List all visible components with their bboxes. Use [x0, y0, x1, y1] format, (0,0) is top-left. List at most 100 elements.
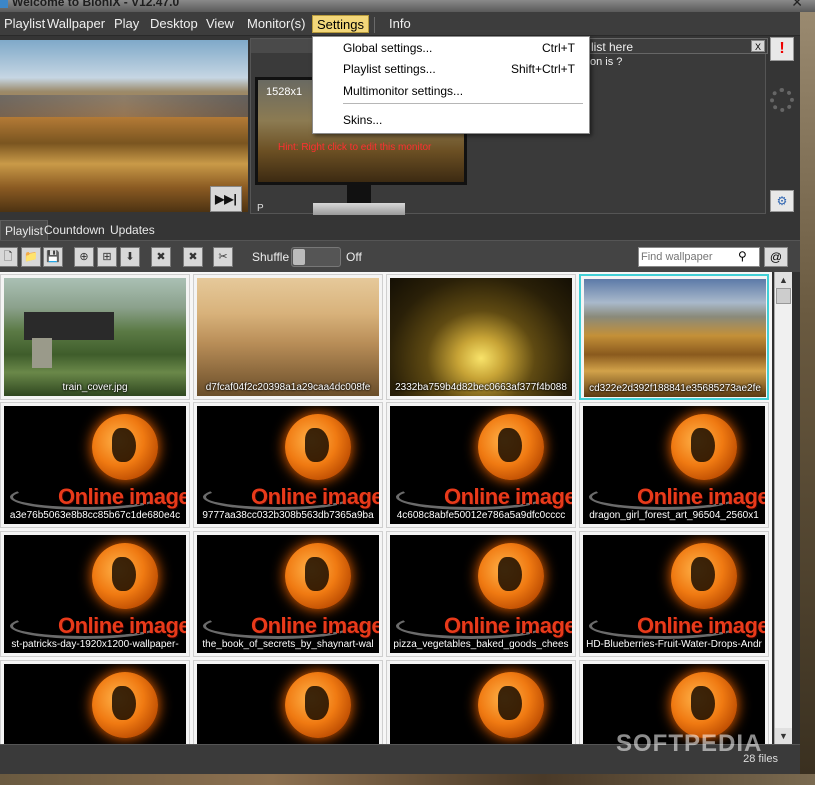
global-settings-shortcut: Ctrl+T — [542, 41, 575, 55]
monitor-resolution: 1528x1 — [266, 86, 303, 98]
thumbnail-image: 2332ba759b4d82bec0663af377f4b088 — [390, 278, 572, 396]
tools-icon[interactable]: ✂ — [213, 247, 233, 267]
next-wallpaper-button[interactable]: ▶▶| — [210, 186, 242, 212]
alert-icon[interactable]: ! — [770, 37, 794, 61]
globe-icon — [285, 672, 351, 738]
multimonitor-settings-label: Multimonitor settings... — [343, 84, 464, 98]
wallpaper-thumbnail[interactable]: Online image — [0, 660, 190, 744]
save-icon[interactable]: 💾 — [43, 247, 63, 267]
menu-info[interactable]: Info — [385, 15, 415, 33]
thumbnail-image: Online image HD-Blueberries-Fruit-Water-D… — [583, 535, 765, 653]
thumbnail-image: Online image — [4, 664, 186, 744]
thumbnail-image: Online image 9777aa38cc032b308b563db7365a… — [197, 406, 379, 524]
wallpaper-thumbnail[interactable]: Online image — [386, 660, 576, 744]
wallpaper-thumbnail[interactable]: Online image — [193, 660, 383, 744]
window-title: Welcome to BioniX - V12.47.0 — [12, 0, 180, 9]
thumbnail-image: train_cover.jpg — [4, 278, 186, 396]
wallpaper-thumbnail[interactable]: Online image st-patricks-day-1920x1200-wa… — [0, 531, 190, 657]
notice-subtext: on is ? — [590, 56, 623, 68]
menu-monitors[interactable]: Monitor(s) — [243, 15, 310, 33]
wallpaper-thumbnail[interactable]: cd322e2d392f188841e35685273ae2fe — [579, 274, 769, 400]
menu-bar: Playlist Wallpaper Play Desktop View Mon… — [0, 12, 800, 36]
wallpaper-thumbnail[interactable]: Online image 4c608c8abfe50012e786a5a9dfc0… — [386, 402, 576, 528]
remove-selected-icon[interactable]: ✖ — [151, 247, 171, 267]
menu-settings[interactable]: Settings — [312, 15, 369, 33]
global-settings-label: Global settings... — [343, 41, 433, 55]
tab-bar: Playlist Countdown Updates — [0, 216, 800, 240]
wallpaper-thumbnail[interactable]: Online image dragon_girl_forest_art_96504… — [579, 402, 769, 528]
grid-scrollbar[interactable]: ▲ ▼ — [774, 272, 792, 744]
thumbnail-filename: cd322e2d392f188841e35685273ae2fe — [589, 383, 761, 394]
playlist-toolbar: 🗋 📁 💾 ⊕ ⊞ ⬇ ✖ ✖ ✂ Shuffle Off ⚲ @ — [0, 240, 800, 272]
online-image-text: Online image — [58, 484, 186, 509]
globe-icon — [92, 543, 158, 609]
scroll-thumb[interactable] — [776, 288, 791, 304]
wallpaper-thumbnail[interactable]: 2332ba759b4d82bec0663af377f4b088 — [386, 274, 576, 400]
wallpaper-thumbnail[interactable]: Online image the_book_of_secrets_by_shayn… — [193, 531, 383, 657]
remove-all-icon[interactable]: ✖ — [183, 247, 203, 267]
thumbnail-filename: pizza_vegetables_baked_goods_chees — [393, 639, 569, 650]
playlist-settings-label: Playlist settings... — [343, 62, 436, 76]
menu-playlist[interactable]: Playlist — [0, 15, 49, 33]
close-window-button[interactable]: ✕ — [791, 0, 803, 11]
wallpaper-thumbnail[interactable]: train_cover.jpg — [0, 274, 190, 400]
menu-item-multimonitor-settings[interactable]: Multimonitor settings... — [313, 82, 589, 100]
notice-box: list here X — [586, 38, 768, 54]
shuffle-label: Shuffle — [252, 250, 290, 264]
thumbnail-filename: d7fcaf04f2c20398a1a29caa4dc008fe — [205, 382, 371, 393]
playlist-settings-shortcut: Shift+Ctrl+T — [510, 62, 575, 76]
config-icon[interactable]: ⚙ — [770, 190, 794, 212]
online-image-text: Online image — [444, 613, 572, 638]
scroll-down-icon[interactable]: ▼ — [775, 728, 792, 744]
thumbnail-image: Online image — [390, 664, 572, 744]
wallpaper-thumbnail[interactable]: Online image HD-Blueberries-Fruit-Water-D… — [579, 531, 769, 657]
open-folder-icon[interactable]: 📁 — [21, 247, 41, 267]
add-folder-icon[interactable]: ⊞ — [97, 247, 117, 267]
monitor-base — [313, 203, 405, 215]
menu-item-skins[interactable]: Skins... — [313, 111, 589, 129]
thumbnail-image: Online image a3e76b5063e8b8cc85b67c1de680… — [4, 406, 186, 524]
shuffle-toggle[interactable] — [291, 247, 341, 267]
menu-separator — [374, 17, 375, 33]
thumbnail-image: Online image dragon_girl_forest_art_96504… — [583, 406, 765, 524]
online-image-text: Online image — [444, 484, 572, 509]
thumbnail-filename: 9777aa38cc032b308b563db7365a9ba — [202, 510, 374, 521]
globe-icon — [478, 414, 544, 480]
notice-close-button[interactable]: X — [751, 40, 765, 52]
add-files-icon[interactable]: ⊕ — [74, 247, 94, 267]
scroll-up-icon[interactable]: ▲ — [775, 272, 792, 288]
thumbnail-image: Online image st-patricks-day-1920x1200-wa… — [4, 535, 186, 653]
at-button[interactable]: @ — [764, 247, 788, 267]
globe-icon — [671, 414, 737, 480]
tab-updates[interactable]: Updates — [106, 220, 159, 240]
online-image-text: Online image — [251, 484, 379, 509]
toggle-knob[interactable] — [293, 249, 305, 265]
thumbnail-filename: HD-Blueberries-Fruit-Water-Drops-Andr — [586, 639, 762, 650]
thumbnail-image: Online image — [197, 664, 379, 744]
title-bar: Welcome to BioniX - V12.47.0 ✕ — [0, 0, 815, 12]
search-icon[interactable]: ⚲ — [738, 249, 752, 263]
globe-icon — [478, 672, 544, 738]
new-playlist-icon[interactable]: 🗋 — [0, 247, 18, 267]
wallpaper-thumbnail[interactable]: Online image a3e76b5063e8b8cc85b67c1de680… — [0, 402, 190, 528]
menu-wallpaper[interactable]: Wallpaper — [43, 15, 109, 33]
globe-icon — [285, 414, 351, 480]
thumbnail-image: Online image pizza_vegetables_baked_goods… — [390, 535, 572, 653]
thumbnail-filename: 2332ba759b4d82bec0663af377f4b088 — [395, 382, 567, 393]
thumbnail-filename: train_cover.jpg — [62, 382, 128, 393]
tab-countdown[interactable]: Countdown — [40, 220, 109, 240]
globe-icon — [478, 543, 544, 609]
wallpaper-thumbnail[interactable]: Online image 9777aa38cc032b308b563db7365a… — [193, 402, 383, 528]
download-icon[interactable]: ⬇ — [120, 247, 140, 267]
thumbnail-filename: dragon_girl_forest_art_96504_2560x1 — [589, 510, 759, 521]
menu-play[interactable]: Play — [110, 15, 143, 33]
menu-view[interactable]: View — [202, 15, 238, 33]
online-image-text: Online image — [251, 613, 379, 638]
wallpaper-thumbnail[interactable]: d7fcaf04f2c20398a1a29caa4dc008fe — [193, 274, 383, 400]
menu-item-global-settings[interactable]: Global settings... Ctrl+T — [313, 39, 589, 57]
menu-item-playlist-settings[interactable]: Playlist settings... Shift+Ctrl+T — [313, 60, 589, 78]
wallpaper-thumbnail[interactable]: Online image pizza_vegetables_baked_goods… — [386, 531, 576, 657]
menu-desktop[interactable]: Desktop — [146, 15, 202, 33]
online-image-text: Online image — [58, 613, 186, 638]
monitor-label: P — [257, 203, 264, 214]
